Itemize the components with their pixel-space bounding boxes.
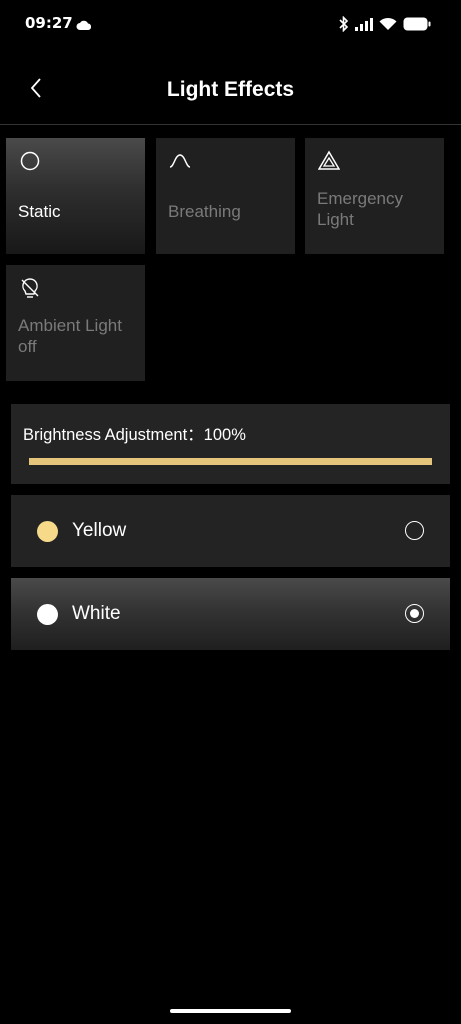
warning-triangle-icon bbox=[317, 150, 341, 172]
effect-tile-static[interactable]: Static bbox=[6, 138, 145, 254]
home-indicator bbox=[170, 1009, 291, 1013]
white-swatch-icon bbox=[37, 604, 58, 625]
effect-tile-ambient-light-off[interactable]: Ambient Light off bbox=[6, 265, 145, 381]
effect-label-ambient-light-off: Ambient Light off bbox=[18, 316, 122, 356]
brightness-slider[interactable] bbox=[29, 458, 432, 465]
bulb-off-icon bbox=[19, 277, 41, 299]
radio-white[interactable] bbox=[405, 604, 424, 623]
effect-label-breathing: Breathing bbox=[168, 202, 241, 221]
brightness-label: Brightness Adjustment：100% bbox=[23, 426, 246, 444]
page-title: Light Effects bbox=[166, 78, 295, 101]
color-option-white[interactable]: White bbox=[11, 578, 450, 650]
status-bar: 09:27 bbox=[0, 0, 461, 48]
effect-tile-emergency-light[interactable]: Emergency Light bbox=[305, 138, 444, 254]
color-label-white: White bbox=[72, 603, 121, 624]
effect-label-static: Static bbox=[18, 202, 61, 221]
header-divider bbox=[0, 124, 461, 125]
color-label-yellow: Yellow bbox=[72, 520, 127, 541]
yellow-swatch-icon bbox=[37, 521, 58, 542]
radio-yellow[interactable] bbox=[405, 521, 424, 540]
color-option-yellow[interactable]: Yellow bbox=[11, 495, 450, 567]
header: Light Effects bbox=[0, 60, 461, 120]
wifi-icon bbox=[379, 17, 397, 31]
battery-icon bbox=[403, 17, 431, 31]
bluetooth-icon bbox=[339, 16, 349, 32]
signal-icon bbox=[355, 17, 373, 31]
bell-curve-icon bbox=[169, 150, 191, 172]
circle-icon bbox=[19, 150, 41, 172]
cloud-icon bbox=[76, 17, 92, 30]
effect-label-emergency-light: Emergency Light bbox=[317, 189, 403, 229]
effect-tile-breathing[interactable]: Breathing bbox=[156, 138, 295, 254]
radio-selected-dot bbox=[409, 608, 419, 618]
brightness-card: Brightness Adjustment：100% bbox=[11, 404, 450, 484]
status-icons bbox=[339, 15, 431, 33]
brightness-slider-fill bbox=[29, 458, 432, 465]
status-time: 09:27 bbox=[25, 14, 73, 32]
